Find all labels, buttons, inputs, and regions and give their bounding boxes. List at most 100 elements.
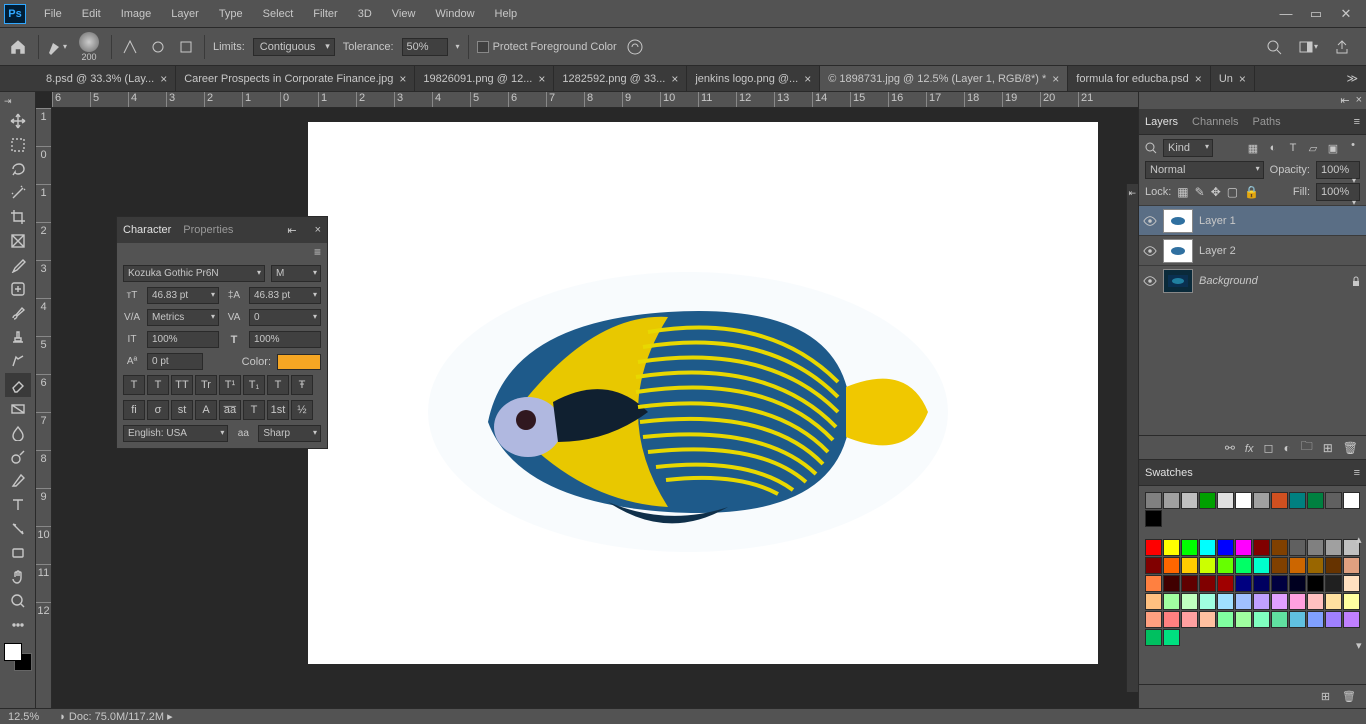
tab-close-icon[interactable]: × <box>1052 72 1059 86</box>
swatch[interactable] <box>1199 557 1216 574</box>
swatch[interactable] <box>1253 492 1270 509</box>
swatch[interactable] <box>1307 539 1324 556</box>
document-tab[interactable]: 8.psd @ 33.3% (Lay...× <box>38 66 176 91</box>
menu-3d[interactable]: 3D <box>348 4 382 24</box>
brush-tool[interactable] <box>5 301 31 325</box>
swatch-scroll-up[interactable]: ▴ <box>1356 533 1366 546</box>
stamp-tool[interactable] <box>5 325 31 349</box>
vscale-input[interactable]: 100% <box>147 331 219 348</box>
pressure-icon[interactable] <box>625 37 645 57</box>
layer-fx-icon[interactable]: fx <box>1245 441 1254 455</box>
home-icon[interactable] <box>6 35 30 59</box>
tab-close-icon[interactable]: × <box>399 72 406 86</box>
swatch[interactable] <box>1325 539 1342 556</box>
horizontal-ruler[interactable]: 6543210123456789101112131415161718192021 <box>52 92 1138 108</box>
tab-channels[interactable]: Channels <box>1192 116 1238 128</box>
opentype-button[interactable]: 1st <box>267 400 289 420</box>
filter-pixel-icon[interactable]: ▦ <box>1246 141 1260 155</box>
blur-tool[interactable] <box>5 421 31 445</box>
menu-view[interactable]: View <box>382 4 426 24</box>
eyedrop-tool[interactable] <box>5 253 31 277</box>
swatch[interactable] <box>1253 611 1270 628</box>
menu-image[interactable]: Image <box>111 4 162 24</box>
swatch[interactable] <box>1235 557 1252 574</box>
document-tab[interactable]: Career Prospects in Corporate Finance.jp… <box>176 66 415 91</box>
layer-item[interactable]: Background <box>1139 265 1366 295</box>
swatch[interactable] <box>1289 539 1306 556</box>
opentype-button[interactable]: ½ <box>291 400 313 420</box>
swatch[interactable] <box>1343 492 1360 509</box>
antialias-select[interactable]: Sharp <box>258 425 321 442</box>
protect-foreground-checkbox[interactable]: Protect Foreground Color <box>477 41 617 53</box>
swatch[interactable] <box>1217 611 1234 628</box>
swatch[interactable] <box>1217 557 1234 574</box>
type-style-button[interactable]: T <box>123 375 145 395</box>
swatch[interactable] <box>1181 593 1198 610</box>
tab-swatches[interactable]: Swatches <box>1145 467 1193 479</box>
type-tool[interactable] <box>5 493 31 517</box>
swatch[interactable] <box>1289 575 1306 592</box>
panels-close-icon[interactable]: × <box>1356 94 1362 107</box>
menu-file[interactable]: File <box>34 4 72 24</box>
filter-kind-select[interactable]: Kind <box>1163 139 1213 157</box>
doc-size[interactable]: ◗ Doc: 75.0M/117.2M ▸ <box>59 710 172 723</box>
type-style-button[interactable]: T <box>147 375 169 395</box>
tab-properties[interactable]: Properties <box>183 224 233 236</box>
marquee-tool[interactable] <box>5 133 31 157</box>
visibility-icon[interactable] <box>1143 214 1157 228</box>
swatch[interactable] <box>1325 611 1342 628</box>
swatch[interactable] <box>1253 539 1270 556</box>
wand-tool[interactable] <box>5 181 31 205</box>
lock-pixels-icon[interactable]: ✎ <box>1195 185 1205 199</box>
tab-paths[interactable]: Paths <box>1253 116 1281 128</box>
layer-item[interactable]: Layer 2 <box>1139 235 1366 265</box>
tab-close-icon[interactable]: × <box>804 72 811 86</box>
swatch[interactable] <box>1181 575 1198 592</box>
swatch[interactable] <box>1145 510 1162 527</box>
type-style-button[interactable]: T¹ <box>219 375 241 395</box>
eraser-tool[interactable] <box>5 373 31 397</box>
tracking-input[interactable]: 0 <box>249 309 321 326</box>
crop-tool[interactable] <box>5 205 31 229</box>
swatch[interactable] <box>1217 575 1234 592</box>
swatch[interactable] <box>1217 593 1234 610</box>
swatch[interactable] <box>1217 539 1234 556</box>
document-tab[interactable]: 1282592.png @ 33...× <box>554 66 687 91</box>
swatch[interactable] <box>1199 575 1216 592</box>
lasso-tool[interactable] <box>5 157 31 181</box>
swatch[interactable] <box>1325 575 1342 592</box>
filter-smart-icon[interactable]: ▣ <box>1326 141 1340 155</box>
opentype-button[interactable]: σ <box>147 400 169 420</box>
maximize-button[interactable]: ▭ <box>1308 6 1324 22</box>
font-size-input[interactable]: 46.83 pt <box>147 287 219 304</box>
language-select[interactable]: English: USA <box>123 425 228 442</box>
opentype-button[interactable]: T <box>243 400 265 420</box>
layer-mask-icon[interactable]: ◻ <box>1263 441 1273 455</box>
tab-close-icon[interactable]: × <box>538 72 545 86</box>
swatch[interactable] <box>1181 611 1198 628</box>
history-tool[interactable] <box>5 349 31 373</box>
swatch[interactable] <box>1271 593 1288 610</box>
tab-close-icon[interactable]: × <box>1239 72 1246 86</box>
search-icon[interactable] <box>1264 37 1284 57</box>
opentype-button[interactable]: A <box>195 400 217 420</box>
tab-close-icon[interactable]: × <box>671 72 678 86</box>
delete-swatch-icon[interactable]: 🗑 <box>1342 690 1356 703</box>
swatch[interactable] <box>1181 539 1198 556</box>
swatch[interactable] <box>1271 557 1288 574</box>
swatch[interactable] <box>1271 575 1288 592</box>
adjustment-layer-icon[interactable]: ◐ <box>1283 441 1290 455</box>
collapsed-dock[interactable]: ⇤ <box>1126 184 1138 692</box>
baseline-input[interactable]: 0 pt <box>147 353 203 370</box>
swatch[interactable] <box>1271 539 1288 556</box>
frame-tool[interactable] <box>5 229 31 253</box>
type-style-button[interactable]: T₁ <box>243 375 265 395</box>
document-canvas[interactable] <box>308 122 1098 664</box>
menu-type[interactable]: Type <box>209 4 253 24</box>
menu-layer[interactable]: Layer <box>161 4 209 24</box>
font-style-select[interactable]: M <box>271 265 321 282</box>
swatch[interactable] <box>1181 557 1198 574</box>
filter-adjust-icon[interactable]: ◐ <box>1266 141 1280 155</box>
sampling-once-icon[interactable] <box>148 37 168 57</box>
menu-window[interactable]: Window <box>425 4 484 24</box>
